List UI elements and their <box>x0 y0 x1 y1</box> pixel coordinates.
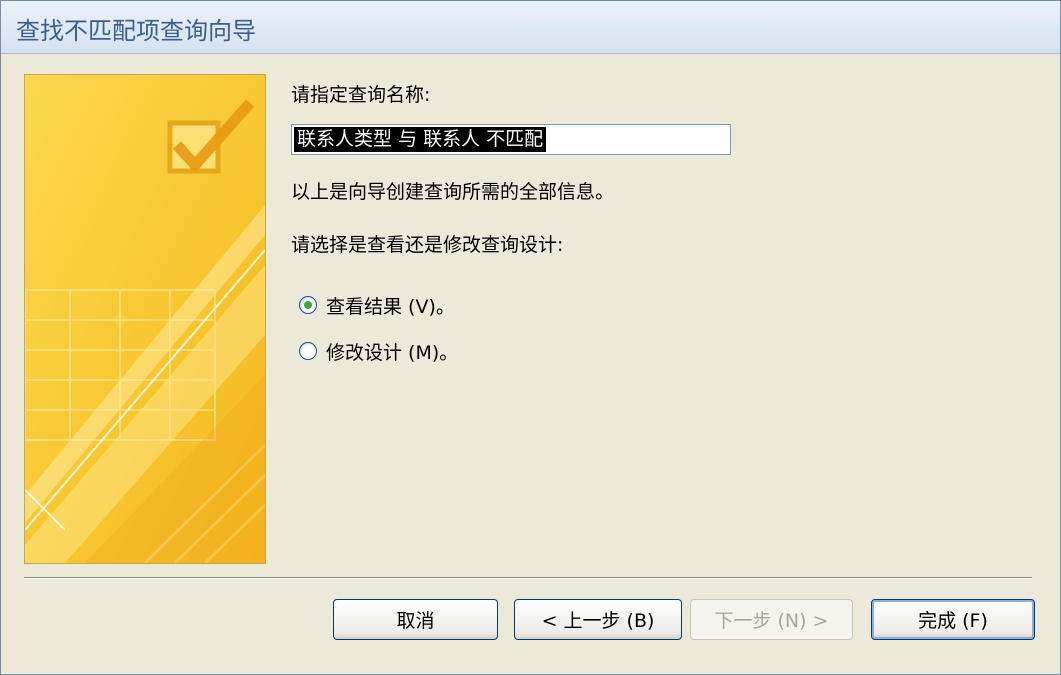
cancel-button[interactable]: 取消 <box>333 599 498 640</box>
wizard-illustration-graphic <box>25 75 265 563</box>
next-button[interactable]: 下一步 (N) > <box>690 599 853 640</box>
query-name-value[interactable]: 联系人类型 与 联系人 不匹配 <box>294 127 547 152</box>
radio-modify-design-label[interactable]: 修改设计 (M)。 <box>326 338 458 365</box>
back-button[interactable]: < 上一步 (B) <box>514 599 682 640</box>
query-name-input[interactable]: 联系人类型 与 联系人 不匹配 <box>291 124 731 155</box>
query-name-prompt: 请指定查询名称: <box>291 84 431 106</box>
wizard-content: 请指定查询名称: 联系人类型 与 联系人 不匹配 以上是向导创建查询所需的全部信… <box>1 54 1060 674</box>
wizard-illustration <box>24 74 266 564</box>
radio-selected-icon[interactable] <box>299 296 317 314</box>
button-divider <box>24 577 1032 579</box>
window-title: 查找不匹配项查询向导 <box>16 17 256 45</box>
radio-view-results-label[interactable]: 查看结果 (V)。 <box>326 292 455 319</box>
title-bar: 查找不匹配项查询向导 <box>1 1 1060 54</box>
radio-view-results[interactable]: 查看结果 (V)。 <box>299 292 455 318</box>
radio-unselected-icon[interactable] <box>299 342 317 360</box>
info-text: 以上是向导创建查询所需的全部信息。 <box>291 181 615 203</box>
choice-prompt: 请选择是查看还是修改查询设计: <box>291 234 564 256</box>
radio-modify-design[interactable]: 修改设计 (M)。 <box>299 338 458 364</box>
wizard-window: 查找不匹配项查询向导 请指定查询名称: 联系人类型 与 联系人 不匹配 以上是向… <box>0 0 1061 675</box>
finish-button[interactable]: 完成 (F) <box>871 599 1035 640</box>
